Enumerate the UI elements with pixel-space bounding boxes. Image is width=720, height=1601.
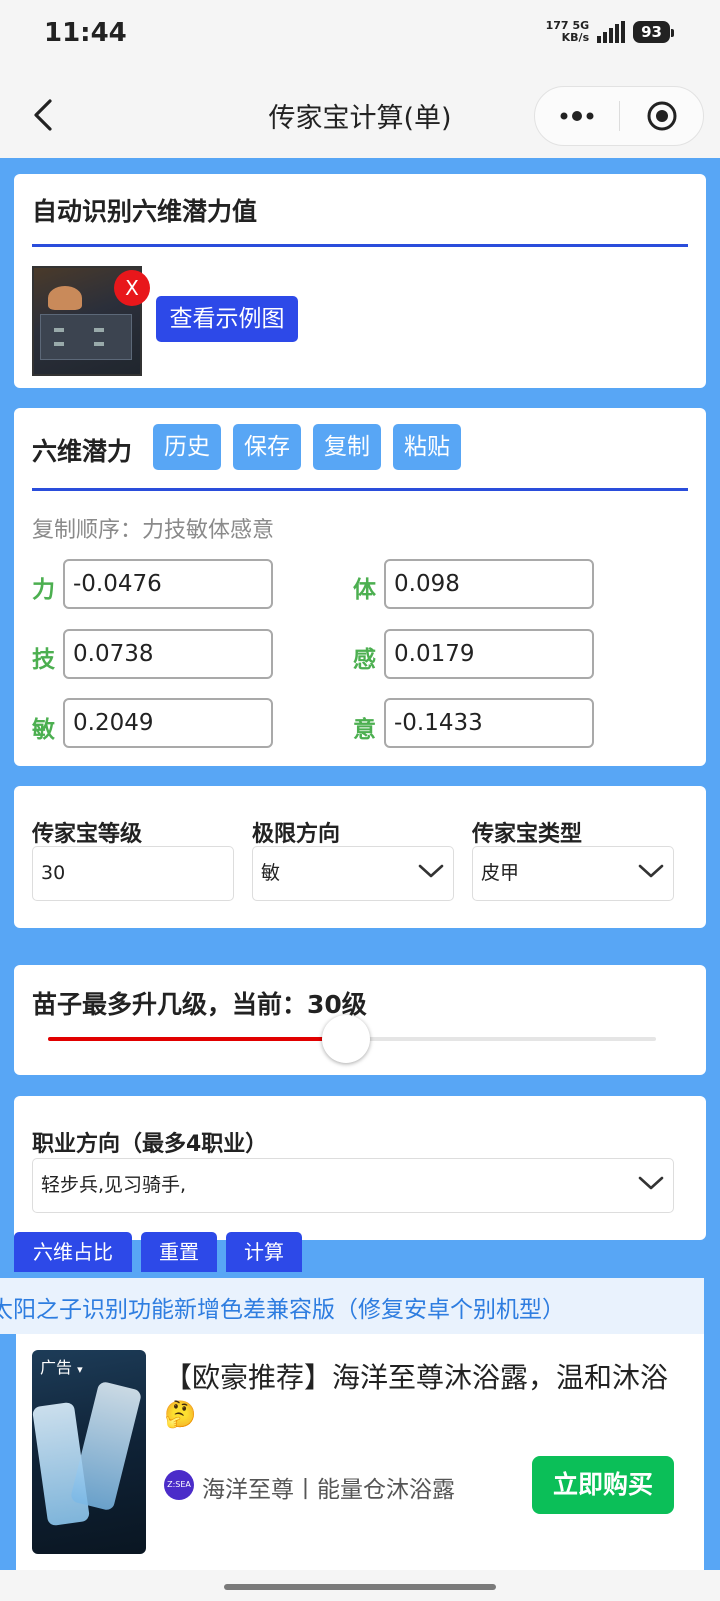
strength-input[interactable]: -0.0476 bbox=[63, 559, 273, 609]
recognize-card: 自动识别六维潜力值 X 查看示例图 bbox=[14, 174, 706, 388]
system-indicators: 177 5G KB/s 93 bbox=[546, 20, 674, 44]
strength-label: 力 bbox=[32, 577, 55, 603]
title-bar: 传家宝计算(单) bbox=[0, 72, 720, 158]
ratio-button[interactable]: 六维占比 bbox=[14, 1232, 132, 1272]
chevron-down-icon: ▾ bbox=[77, 1363, 83, 1376]
notice-marquee: 太阳之子识别功能新增色差兼容版（修复安卓个别机型） bbox=[0, 1278, 704, 1334]
mini-program-capsule bbox=[534, 86, 704, 146]
status-bar: 11:44 177 5G KB/s 93 bbox=[0, 0, 720, 72]
career-label: 职业方向（最多4职业） bbox=[32, 1132, 268, 1157]
will-label: 意 bbox=[353, 717, 376, 743]
type-label: 传家宝类型 bbox=[472, 822, 583, 847]
potential-title: 六维潜力 bbox=[32, 437, 133, 466]
title-divider bbox=[32, 244, 688, 247]
battery-indicator: 93 bbox=[633, 21, 674, 43]
upgrade-slider-thumb[interactable] bbox=[321, 1015, 370, 1063]
career-card: 职业方向（最多4职业） 轻步兵,见习骑手, bbox=[14, 1096, 706, 1240]
history-button[interactable]: 历史 bbox=[153, 424, 221, 470]
career-select[interactable]: 轻步兵,见习骑手, bbox=[32, 1158, 674, 1213]
ad-bottle-image bbox=[69, 1380, 143, 1512]
chevron-down-icon bbox=[418, 864, 444, 878]
clock: 11:44 bbox=[44, 18, 127, 48]
recognize-title: 自动识别六维潜力值 bbox=[32, 197, 258, 226]
career-value: 轻步兵,见习骑手, bbox=[41, 1174, 187, 1196]
buy-now-button[interactable]: 立即购买 bbox=[532, 1456, 674, 1514]
reset-button[interactable]: 重置 bbox=[141, 1232, 217, 1272]
signal-icon bbox=[597, 21, 626, 43]
level-input[interactable]: 30 bbox=[32, 846, 234, 901]
agility-label: 敏 bbox=[32, 717, 55, 743]
potential-card: 六维潜力 历史 保存 复制 粘贴 复制顺序：力技敏体感意 力 -0.0476 技… bbox=[14, 408, 706, 766]
type-value: 皮甲 bbox=[481, 862, 520, 884]
more-dots-icon bbox=[560, 111, 594, 121]
level-label: 传家宝等级 bbox=[32, 822, 143, 847]
target-close-icon bbox=[647, 101, 676, 131]
will-input[interactable]: -0.1433 bbox=[384, 698, 594, 748]
network-speed: 177 5G KB/s bbox=[546, 20, 590, 44]
ad-title[interactable]: 【欧豪推荐】海洋至尊沐浴露，温和沐浴 bbox=[164, 1356, 690, 1396]
direction-select[interactable]: 敏 bbox=[252, 846, 454, 901]
type-select[interactable]: 皮甲 bbox=[472, 846, 674, 901]
constitution-label: 体 bbox=[353, 577, 376, 603]
ad-tag[interactable]: 广告 ▾ bbox=[40, 1354, 83, 1378]
copy-order-hint: 复制顺序：力技敏体感意 bbox=[32, 518, 275, 543]
thinking-emoji-icon: 🤔 bbox=[164, 1400, 197, 1430]
direction-value: 敏 bbox=[261, 862, 281, 884]
home-indicator[interactable] bbox=[224, 1584, 496, 1590]
thumbnail-panel bbox=[40, 314, 132, 360]
ad-tag-label: 广告 bbox=[40, 1358, 73, 1377]
calculate-button[interactable]: 计算 bbox=[226, 1232, 302, 1272]
agility-input[interactable]: 0.2049 bbox=[63, 698, 273, 748]
thumbnail-figure bbox=[48, 286, 82, 310]
remove-image-button[interactable]: X bbox=[114, 270, 150, 306]
perception-label: 感 bbox=[353, 647, 376, 673]
ad-banner[interactable]: 广告 ▾ 【欧豪推荐】海洋至尊沐浴露，温和沐浴 🤔 Z:SEA 海洋至尊丨能量仓… bbox=[16, 1334, 704, 1570]
copy-button[interactable]: 复制 bbox=[313, 424, 381, 470]
title-divider bbox=[32, 488, 688, 491]
constitution-input[interactable]: 0.098 bbox=[384, 559, 594, 609]
upgrade-slider-card: 苗子最多升几级，当前：30级 bbox=[14, 965, 706, 1075]
upgrade-slider-label: 苗子最多升几级，当前：30级 bbox=[32, 990, 367, 1019]
chevron-down-icon bbox=[638, 864, 664, 878]
chevron-down-icon bbox=[638, 1176, 664, 1190]
view-example-button[interactable]: 查看示例图 bbox=[156, 296, 298, 342]
perception-input[interactable]: 0.0179 bbox=[384, 629, 594, 679]
paste-button[interactable]: 粘贴 bbox=[393, 424, 461, 470]
save-button[interactable]: 保存 bbox=[233, 424, 301, 470]
more-button[interactable] bbox=[535, 87, 619, 145]
close-mini-program-button[interactable] bbox=[620, 87, 703, 145]
ad-brand-name: 海洋至尊丨能量仓沐浴露 bbox=[202, 1477, 455, 1503]
settings-card: 传家宝等级 30 极限方向 敏 传家宝类型 皮甲 bbox=[14, 786, 706, 928]
skill-label: 技 bbox=[32, 647, 55, 673]
upgrade-slider-fill bbox=[48, 1037, 346, 1041]
home-indicator-area bbox=[0, 1570, 720, 1601]
ad-image[interactable]: 广告 ▾ bbox=[32, 1350, 146, 1554]
direction-label: 极限方向 bbox=[252, 822, 341, 847]
skill-input[interactable]: 0.0738 bbox=[63, 629, 273, 679]
net-speed-unit: KB/s bbox=[561, 31, 590, 44]
brand-logo: Z:SEA bbox=[164, 1470, 194, 1500]
notice-text: 太阳之子识别功能新增色差兼容版（修复安卓个别机型） bbox=[0, 1297, 565, 1323]
